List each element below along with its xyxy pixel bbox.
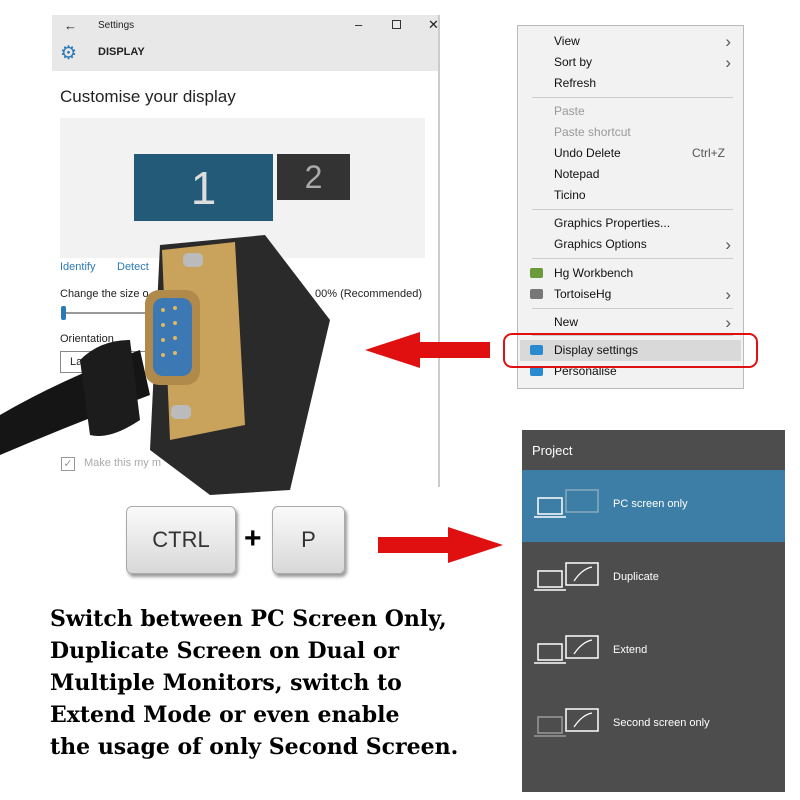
menu-item-label: Notepad [554, 167, 600, 181]
menu-item-label: Paste shortcut [554, 125, 631, 139]
menu-item-label: View [554, 34, 580, 48]
highlight-outline [503, 333, 758, 368]
menu-item-label: Graphics Options [554, 237, 647, 251]
vga-connector-image [0, 235, 330, 495]
project-option-label: Duplicate [613, 571, 659, 583]
menu-item[interactable]: Paste shortcut [520, 122, 741, 143]
minimize-icon[interactable]: – [355, 17, 362, 32]
menu-item[interactable]: Refresh [520, 73, 741, 94]
monitor-2[interactable]: 2 [277, 154, 350, 200]
hg-workbench-icon [530, 268, 543, 278]
window-title: Settings [98, 20, 135, 31]
shortcut-label: Ctrl+Z [692, 146, 725, 160]
project-option-label: Extend [613, 644, 648, 656]
project-option[interactable]: PC screen only [522, 470, 785, 542]
menu-item-label: Paste [554, 104, 585, 118]
project-option[interactable]: Second screen only [522, 689, 785, 761]
menu-item[interactable]: Undo Delete Ctrl+Z [520, 143, 741, 164]
chevron-right-icon: › [725, 32, 731, 51]
menu-item-label: Ticino [554, 188, 586, 202]
menu-item[interactable]: Hg Workbench [520, 263, 741, 284]
title-bar: ← Settings – ✕ ⚙ DISPLAY [52, 15, 439, 71]
project-option-label: PC screen only [613, 498, 688, 510]
caption-line: Extend Mode or even enable [50, 702, 400, 728]
caption-line: the usage of only Second Screen. [50, 734, 459, 760]
menu-item-label: Sort by [554, 55, 593, 69]
project-option[interactable]: Extend [522, 616, 785, 688]
caption-text: Switch between PC Screen Only, Duplicate … [50, 603, 458, 763]
maximize-icon[interactable] [392, 20, 401, 29]
red-arrow-left-icon [365, 332, 490, 368]
caption-line: Duplicate Screen on Dual or [50, 638, 400, 664]
p-key: P [272, 506, 345, 574]
menu-item[interactable]: Sort by › [520, 52, 741, 73]
plus-sign: + [244, 522, 262, 555]
screen-mode-icon [534, 708, 599, 737]
project-option[interactable]: Duplicate [522, 543, 785, 615]
menu-item[interactable]: New › [520, 312, 741, 333]
caption-line: Switch between PC Screen Only, [50, 606, 447, 632]
menu-item[interactable]: Paste [520, 101, 741, 122]
gear-icon: ⚙ [60, 43, 78, 64]
caption-line: Multiple Monitors, switch to [50, 670, 402, 696]
back-arrow-icon[interactable]: ← [64, 18, 77, 33]
section-title: DISPLAY [98, 46, 145, 58]
menu-item[interactable]: View › [520, 31, 741, 52]
menu-separator [532, 308, 733, 309]
menu-item-label: Undo Delete [554, 146, 621, 160]
screen-mode-icon [534, 635, 599, 664]
close-icon[interactable]: ✕ [428, 17, 439, 33]
screen-mode-icon [534, 489, 599, 518]
menu-item[interactable]: Graphics Options › [520, 234, 741, 255]
chevron-right-icon: › [725, 235, 731, 254]
screen-mode-icon [534, 562, 599, 591]
tortoisehg-icon [530, 289, 543, 299]
ctrl-key: CTRL [126, 506, 236, 574]
menu-item-label: Hg Workbench [554, 266, 634, 280]
monitor-1[interactable]: 1 [134, 154, 273, 221]
menu-item-label: Graphics Properties... [554, 216, 671, 230]
chevron-right-icon: › [725, 53, 731, 72]
menu-separator [532, 258, 733, 259]
red-arrow-right-icon [378, 527, 503, 563]
menu-item[interactable]: Ticino [520, 185, 741, 206]
menu-separator [532, 209, 733, 210]
menu-item-label: Refresh [554, 76, 597, 90]
project-panel: Project PC screen only Duplicate Extend Sec… [522, 430, 785, 792]
menu-separator [532, 97, 733, 98]
project-option-label: Second screen only [613, 717, 710, 729]
chevron-right-icon: › [725, 313, 731, 332]
chevron-right-icon: › [725, 285, 731, 304]
menu-item-label: New [554, 315, 579, 329]
menu-item[interactable]: TortoiseHg › [520, 284, 741, 305]
menu-item[interactable]: Graphics Properties... [520, 213, 741, 234]
page-title: Customise your display [60, 87, 236, 106]
menu-item[interactable]: Notepad [520, 164, 741, 185]
project-title: Project [532, 443, 573, 458]
menu-item-label: TortoiseHg [554, 287, 612, 301]
